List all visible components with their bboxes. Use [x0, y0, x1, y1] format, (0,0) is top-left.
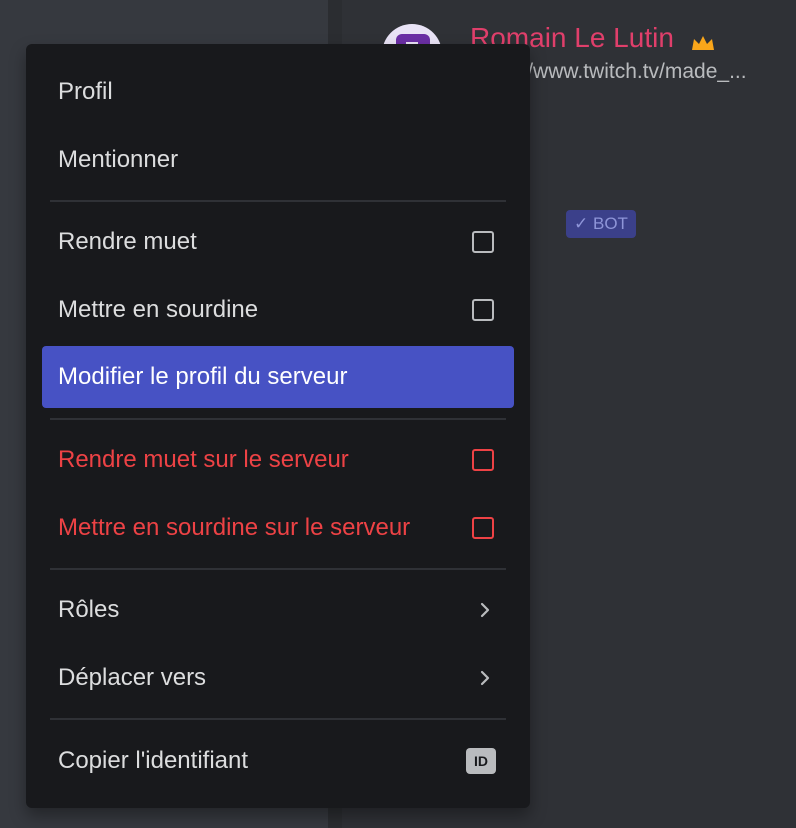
- server-deafen-checkbox[interactable]: [472, 517, 494, 539]
- menu-item-label: Mettre en sourdine: [58, 296, 259, 323]
- menu-item-label: Mentionner: [58, 146, 179, 173]
- menu-item-label: Rôles: [58, 596, 120, 623]
- menu-item-mention[interactable]: Mentionner: [42, 129, 514, 191]
- menu-item-edit-server-profile[interactable]: Modifier le profil du serveur: [42, 346, 514, 408]
- menu-item-label: Profil: [58, 78, 113, 105]
- menu-item-label: Rendre muet sur le serveur: [58, 446, 349, 473]
- menu-item-label: Copier l'identifiant: [58, 747, 249, 774]
- menu-item-label: Rendre muet: [58, 228, 197, 255]
- chevron-right-icon: [480, 670, 490, 686]
- menu-separator: [50, 718, 506, 720]
- menu-item-mute[interactable]: Rendre muet: [42, 211, 514, 273]
- context-menu: Profil Mentionner Rendre muet Mettre en …: [26, 44, 530, 808]
- menu-item-profile[interactable]: Profil: [42, 61, 514, 123]
- menu-item-roles[interactable]: Rôles: [42, 579, 514, 641]
- server-mute-checkbox[interactable]: [472, 449, 494, 471]
- id-icon: ID: [466, 748, 496, 774]
- chevron-right-icon: [480, 602, 490, 618]
- menu-item-copy-id[interactable]: Copier l'identifiant ID: [42, 730, 514, 792]
- menu-item-label: Modifier le profil du serveur: [58, 363, 348, 390]
- menu-item-move-to[interactable]: Déplacer vers: [42, 647, 514, 709]
- menu-separator: [50, 568, 506, 570]
- bot-tag: ✓ BOT: [566, 210, 636, 238]
- app-window: Romain Le Lutin https://www.twitch.tv/ma…: [0, 0, 796, 828]
- menu-item-label: Déplacer vers: [58, 664, 207, 691]
- menu-item-server-deafen[interactable]: Mettre en sourdine sur le serveur: [42, 497, 514, 559]
- crown-icon: [692, 36, 714, 50]
- menu-item-label: Mettre en sourdine sur le serveur: [58, 514, 411, 541]
- deafen-checkbox[interactable]: [472, 299, 494, 321]
- check-icon: ✓: [574, 214, 589, 233]
- mute-checkbox[interactable]: [472, 231, 494, 253]
- menu-item-deafen[interactable]: Mettre en sourdine: [42, 279, 514, 341]
- menu-separator: [50, 418, 506, 420]
- menu-item-server-mute[interactable]: Rendre muet sur le serveur: [42, 429, 514, 491]
- menu-separator: [50, 200, 506, 202]
- bot-tag-label: BOT: [592, 214, 628, 233]
